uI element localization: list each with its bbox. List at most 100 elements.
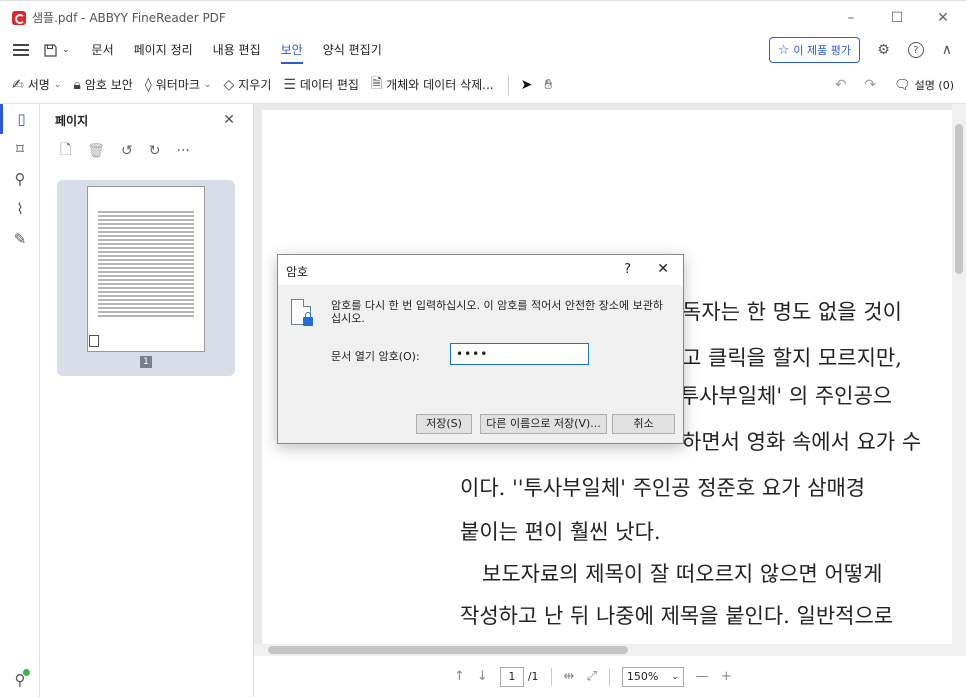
open-password-input[interactable]: •••• <box>450 343 589 365</box>
toolbar-separator <box>507 74 509 95</box>
next-page-arrow-icon[interactable]: ↓ <box>477 669 488 684</box>
app-logo-icon <box>12 10 26 25</box>
pages-panel: 페이지 ✕ 🗋︎ 🗑︎ ↺ ↻ ··· 1 <box>40 104 254 697</box>
save-as-button[interactable]: 다른 이름으로 저장(V)... <box>480 414 607 434</box>
zoom-select[interactable]: 150% ⌄ <box>621 666 684 687</box>
minimize-button[interactable]: – <box>828 1 874 35</box>
password-security-tool[interactable]: 🔒︎ 암호 보안 <box>73 76 132 93</box>
pages-panel-icon[interactable]: ▯ <box>0 104 40 134</box>
dialog-help-button[interactable]: ? <box>624 262 631 277</box>
title-bar: 샘플.pdf - ABBYY FineReader PDF – ☐ ✕ <box>0 0 966 34</box>
dialog-title-bar: 암호 ? ✕ <box>278 255 683 285</box>
window-title: 샘플.pdf - ABBYY FineReader PDF <box>32 11 226 25</box>
erase-tool[interactable]: ◇ 지우기 <box>223 76 271 93</box>
bookmark-icon[interactable]: ⌑ <box>0 134 40 164</box>
chevron-down-icon: ⌄ <box>203 79 212 90</box>
delete-objects-tool[interactable]: 🗎︎ 개체와 데이터 삭제... <box>371 73 494 97</box>
document-text-line: 보도자료의 제목이 잘 떠오르지 않으면 어떻게 <box>482 562 883 586</box>
document-text-line: 고 클릭을 할지 모르지만, <box>682 346 902 370</box>
lock-icon: 🔒︎ <box>73 76 81 93</box>
document-text-line: 이다. ''투사부일체' 주인공 정준호 요가 삼매경 <box>460 476 866 500</box>
add-page-icon[interactable]: 🗋︎ <box>60 139 71 163</box>
lock-icon <box>303 312 313 326</box>
tab-edit-content[interactable]: 내용 편집 <box>213 34 261 66</box>
watermark-label: 워터마크 <box>155 78 200 92</box>
hand-pan-tool[interactable]: ✋︎ <box>544 77 552 93</box>
signature-label: 서명 <box>27 78 50 92</box>
redact-data-tool[interactable]: ☰ 데이터 편집 <box>283 76 359 93</box>
rotate-left-icon[interactable]: ↺ <box>121 143 133 159</box>
notes-button[interactable]: 🗨︎ 설명 (0) <box>894 77 954 93</box>
save-menu-button[interactable]: ⌄ <box>43 43 70 58</box>
dialog-message: 암호를 다시 한 번 입력하십시오. 이 암호를 적어서 안전한 장소에 보관하… <box>331 299 663 325</box>
zoom-out-icon[interactable]: — <box>696 669 709 684</box>
page-thumbnail[interactable]: 1 <box>57 180 235 376</box>
note-icon <box>89 335 99 347</box>
save-icon <box>44 43 57 57</box>
maximize-button[interactable]: ☐ <box>874 1 920 35</box>
tab-organize-pages[interactable]: 페이지 정리 <box>134 34 193 66</box>
fit-page-icon[interactable]: ⤢ <box>586 669 596 684</box>
document-text-line: 붙이는 편이 훨씬 낫다. <box>460 520 661 544</box>
password-security-label: 암호 보안 <box>84 78 133 92</box>
cancel-button[interactable]: 취소 <box>612 414 675 434</box>
dialog-close-button[interactable]: ✕ <box>657 261 669 277</box>
chevron-down-icon: ⌄ <box>53 79 62 90</box>
status-separator <box>550 667 552 686</box>
pen-signature-icon: ✍ <box>12 76 24 93</box>
close-window-button[interactable]: ✕ <box>920 1 966 35</box>
pages-panel-title: 페이지 <box>55 113 89 128</box>
redact-icon: ☰ <box>283 76 296 93</box>
watermark-tool[interactable]: ◊ 워터마크 ⌄ <box>145 76 212 93</box>
horizontal-scrollbar[interactable] <box>254 644 952 656</box>
open-password-label: 문서 열기 암호(O): <box>331 350 420 363</box>
notes-label: 설명 (0) <box>914 79 954 92</box>
page-thumbnail-image <box>87 186 205 352</box>
delete-page-icon[interactable]: 🗑︎ <box>87 143 105 159</box>
watermark-drop-icon: ◊ <box>144 76 152 93</box>
eraser-icon: ◇ <box>223 76 235 93</box>
collapse-ribbon-icon[interactable]: ∧ <box>942 42 952 58</box>
select-pointer-tool[interactable]: ➤ <box>521 77 533 93</box>
save-button[interactable]: 저장(S) <box>416 414 472 434</box>
vertical-scrollbar[interactable] <box>952 104 966 656</box>
vertical-scroll-thumb[interactable] <box>955 124 963 274</box>
rate-product-label: 이 제품 평가 <box>793 44 851 57</box>
status-indicator[interactable]: ⚲ <box>0 669 40 689</box>
current-page-input[interactable]: 1 <box>499 666 524 687</box>
fit-width-icon[interactable]: ⇹ <box>564 669 575 684</box>
previous-page-arrow-icon[interactable]: ↑ <box>454 669 465 684</box>
hand-icon: ✋︎ <box>544 76 553 93</box>
settings-gear-icon[interactable]: ⚙ <box>877 42 890 58</box>
page-number-badge: 1 <box>140 356 152 368</box>
undo-icon[interactable]: ↶ <box>835 77 847 93</box>
zoom-in-icon[interactable]: + <box>721 669 732 684</box>
signature-tool[interactable]: ✍ 서명 ⌄ <box>12 76 61 93</box>
status-bar: ↑ ↓ 1 /1 ⇹ ⤢ 150% ⌄ — + <box>254 656 966 697</box>
chevron-down-icon: ⌄ <box>62 45 70 55</box>
page-total-label: /1 <box>527 670 539 683</box>
more-options-icon[interactable]: ··· <box>177 143 190 159</box>
redo-icon[interactable]: ↷ <box>864 77 876 93</box>
attachment-icon[interactable]: ⌇ <box>0 194 40 224</box>
rotate-right-icon[interactable]: ↻ <box>149 143 161 159</box>
rate-product-button[interactable]: ☆ 이 제품 평가 <box>768 37 860 63</box>
help-icon[interactable]: ? <box>907 42 924 58</box>
hamburger-menu-icon[interactable] <box>13 44 29 56</box>
security-toolbar: ✍ 서명 ⌄ 🔒︎ 암호 보안 ◊ 워터마크 ⌄ ◇ 지우기 ☰ 데이터 편집 … <box>0 66 966 104</box>
horizontal-scroll-thumb[interactable] <box>268 646 628 654</box>
tab-security[interactable]: 보안 <box>280 34 303 66</box>
erase-label: 지우기 <box>238 78 272 92</box>
tab-form-editor[interactable]: 양식 편집기 <box>323 34 382 66</box>
tab-document[interactable]: 문서 <box>92 34 114 66</box>
close-panel-icon[interactable]: ✕ <box>223 112 235 128</box>
chevron-down-icon: ⌄ <box>671 671 679 682</box>
cursor-arrow-icon: ➤ <box>520 76 533 93</box>
document-text-line: 하면서 영화 속에서 요가 수 <box>682 430 922 454</box>
search-icon[interactable]: ⚲ <box>0 164 40 194</box>
star-icon: ☆ <box>777 42 790 58</box>
left-rail: ▯ ⌑ ⚲ ⌇ ✎ ⚲ <box>0 104 40 697</box>
delete-objects-label: 개체와 데이터 삭제... <box>386 78 494 92</box>
dialog-title: 암호 <box>286 265 309 279</box>
signature-pen-icon[interactable]: ✎ <box>0 224 40 254</box>
